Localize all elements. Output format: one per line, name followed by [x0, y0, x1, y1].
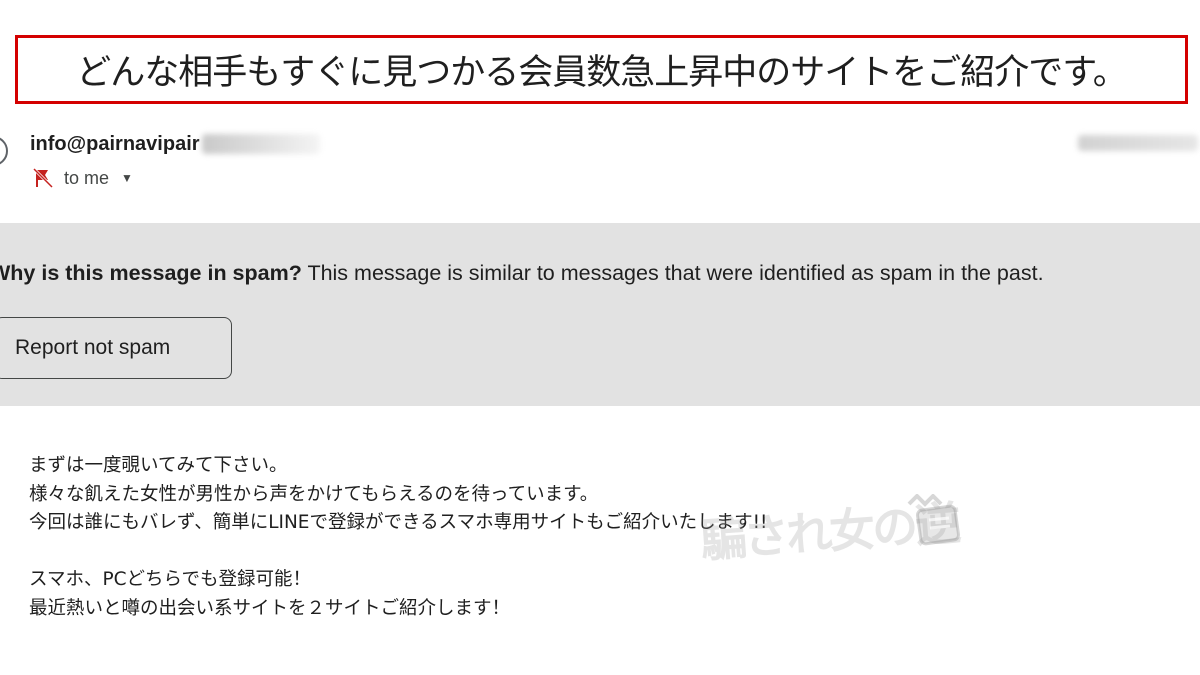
report-not-spam-button[interactable]: Report not spam — [0, 317, 232, 379]
spam-warning-message: Why is this message in spam? This messag… — [0, 261, 1044, 286]
subject-highlight-box: どんな相手もすぐに見つかる会員数急上昇中のサイトをご紹介です。 — [15, 35, 1188, 104]
recipient-row: to me ▼ — [32, 166, 133, 190]
body-line: まずは一度覗いてみて下さい。 — [29, 455, 288, 476]
email-date-redacted — [1078, 135, 1198, 151]
spam-warning-explanation: This message is similar to messages that… — [301, 261, 1044, 285]
recipient-label[interactable]: to me — [64, 168, 109, 189]
spam-warning-heading: Why is this message in spam? — [0, 261, 302, 285]
sender-address[interactable]: info@pairnavipair — [30, 133, 200, 156]
sender-avatar[interactable] — [0, 136, 8, 166]
spam-warning-panel: Why is this message in spam? This messag… — [0, 223, 1200, 406]
body-blank-line — [29, 538, 1169, 567]
body-line: 様々な飢えた女性が男性から声をかけてもらえるのを待っています。 — [29, 483, 599, 505]
body-line: スマホ、PCどちらでも登録可能！ — [29, 569, 311, 590]
body-line: 今回は誰にもバレず、簡単にLINEで登録ができるスマホ専用サイトもご紹介いたしま… — [29, 512, 768, 533]
body-line: 最近熱いと噂の出会い系サイトを２サイトご紹介します！ — [29, 597, 511, 619]
chevron-down-icon[interactable]: ▼ — [121, 171, 133, 185]
email-subject: どんな相手もすぐに見つかる会員数急上昇中のサイトをご紹介です。 — [76, 53, 1128, 93]
sender-address-redacted — [201, 134, 320, 154]
spam-report-icon — [32, 167, 54, 189]
sender-row: info@pairnavipair — [30, 130, 320, 158]
email-body: まずは一度覗いてみて下さい。 様々な飢えた女性が男性から声をかけてもらえるのを待… — [29, 452, 1169, 623]
